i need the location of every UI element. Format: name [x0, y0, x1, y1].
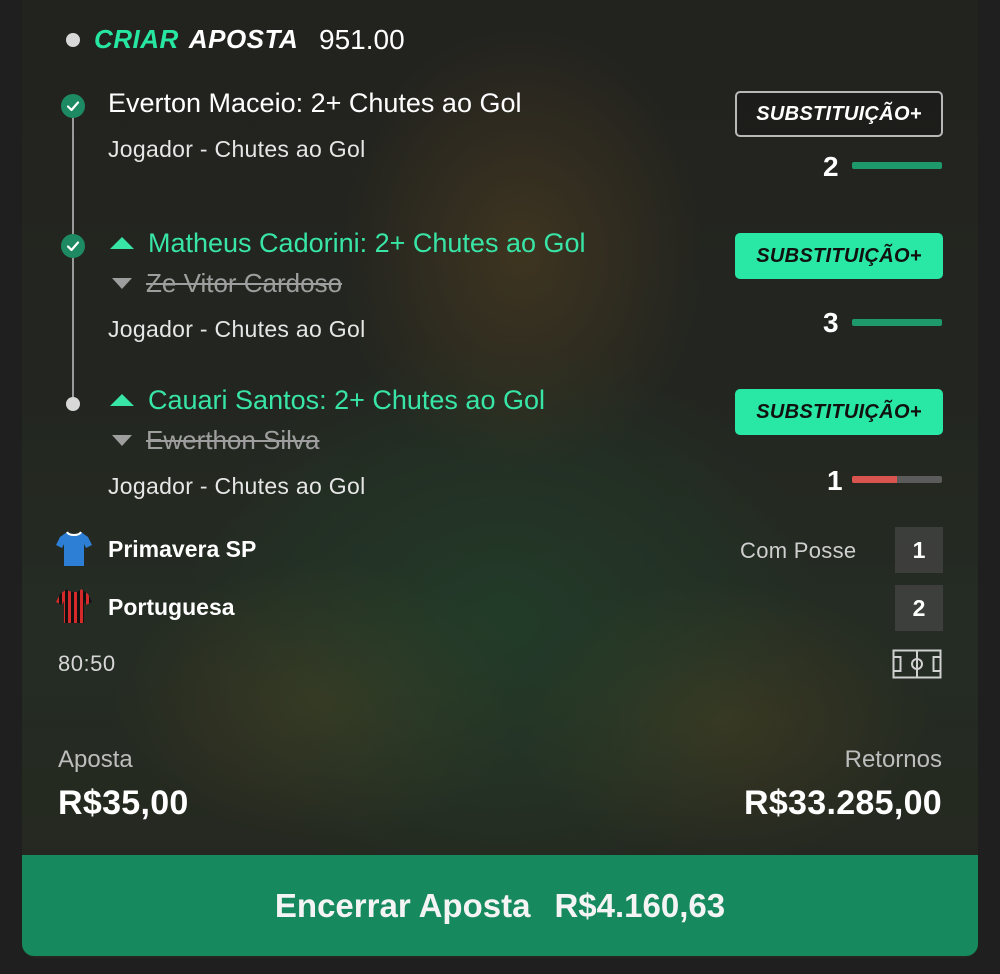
selection-3-title: Cauari Santos: 2+ Chutes ao Gol — [148, 385, 545, 415]
status-dot — [66, 33, 80, 47]
home-team-shirt-icon — [56, 530, 92, 573]
selection-3-replaced: Ewerthon Silva — [146, 425, 320, 455]
check-icon — [61, 94, 85, 118]
chevron-down-icon — [110, 433, 134, 454]
chevron-up-icon — [108, 390, 136, 413]
returns-label: Retornos — [844, 746, 942, 773]
chevron-down-icon — [110, 276, 134, 297]
selection-1-progress — [852, 162, 942, 169]
stake-amount: R$35,00 — [58, 784, 189, 822]
home-team-name: Primavera SP — [108, 536, 257, 562]
away-team-name: Portuguesa — [108, 594, 235, 620]
title-aposta: APOSTA — [188, 24, 299, 54]
chevron-up-icon — [108, 233, 136, 256]
selection-1-progress-fill — [852, 162, 942, 169]
selection-3-progress-fill — [852, 476, 897, 483]
cashout-label: Encerrar Aposta — [274, 886, 531, 924]
total-odds: 951.00 — [319, 24, 405, 55]
substitution-button-2[interactable]: SUBSTITUIÇÃO+ — [735, 233, 943, 279]
check-icon — [61, 234, 85, 258]
pitch-icon[interactable] — [892, 649, 942, 684]
selection-2-progress-fill — [852, 319, 942, 326]
match-clock: 80:50 — [58, 651, 116, 676]
bet-builder-title: CRIAR APOSTA — [94, 24, 298, 55]
selection-2-progress — [852, 319, 942, 326]
title-criar: CRIAR — [94, 24, 179, 54]
selection-3-market: Jogador - Chutes ao Gol — [108, 473, 366, 499]
substitution-button-1[interactable]: SUBSTITUIÇÃO+ — [735, 91, 943, 137]
away-score: 2 — [895, 585, 943, 631]
away-team-shirt-icon — [56, 587, 92, 630]
cashout-amount: R$4.160,63 — [554, 886, 726, 924]
selection-1-market: Jogador - Chutes ao Gol — [108, 136, 366, 162]
selection-3-count: 1 — [827, 465, 843, 496]
returns-amount: R$33.285,00 — [743, 784, 942, 822]
pending-dot — [66, 397, 80, 411]
selection-2-market: Jogador - Chutes ao Gol — [108, 316, 366, 342]
selection-2-replaced: Ze Vitor Cardoso — [146, 268, 343, 298]
selection-2-title: Matheus Cadorini: 2+ Chutes ao Gol — [148, 228, 586, 258]
possession-label: Com Posse — [740, 538, 857, 563]
selection-2-count: 3 — [823, 307, 839, 338]
home-score: 1 — [895, 527, 943, 573]
timeline-line — [72, 116, 74, 404]
cashout-button[interactable]: Encerrar Aposta R$4.160,63 — [22, 855, 978, 956]
substitution-button-3[interactable]: SUBSTITUIÇÃO+ — [735, 389, 943, 435]
selection-1-title: Everton Maceio: 2+ Chutes ao Gol — [108, 88, 522, 118]
stake-label: Aposta — [58, 746, 133, 773]
selection-3-progress — [852, 476, 942, 483]
selection-1-count: 2 — [823, 151, 839, 182]
